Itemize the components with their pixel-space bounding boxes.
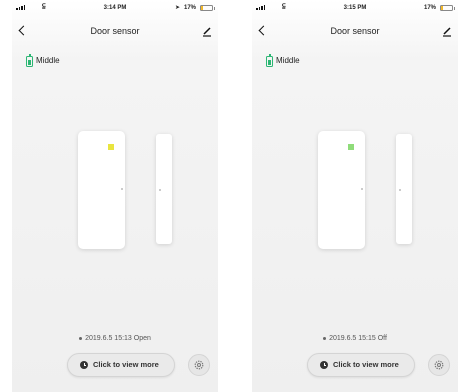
page-title: Door sensor [90,26,140,36]
status-battery-percent: 17% [423,5,436,11]
settings-button[interactable] [428,354,450,376]
pencil-icon[interactable] [201,25,213,37]
magnet-alignment-dot [159,189,161,191]
sensor-alignment-dot [121,188,123,190]
sensor-magnet [156,134,172,244]
view-more-button[interactable]: Click to view more [67,353,175,377]
magnet-alignment-dot [399,189,401,191]
sensor-body [318,131,365,249]
status-battery-icon [200,5,215,11]
clock-icon [80,361,88,369]
last-event: 2019.6.5 15:15 Off [252,335,458,342]
gear-icon [434,360,444,370]
view-more-button[interactable]: Click to view more [307,353,415,377]
pencil-icon[interactable] [441,25,453,37]
sensor-body [78,131,125,249]
nav-bar: Door sensor [252,20,458,42]
status-battery-icon [440,5,455,11]
sensor-alignment-dot [361,188,363,190]
status-bar: ⫉ 3:14 PM ➤ 17% [12,0,218,20]
phone-screen-open: ⫉ 3:14 PM ➤ 17% Door sensor Middle 2019.… [12,0,218,392]
sensor-led [108,144,114,150]
event-bullet-icon [323,336,327,340]
phone-screen-closed: ⫉ 3:15 PM 17% Door sensor Middle 2019.6.… [252,0,458,392]
last-event: 2019.6.5 15:13 Open [12,335,218,342]
battery-level-label: Middle [276,56,300,65]
gear-icon [194,360,204,370]
status-bar: ⫉ 3:15 PM 17% [252,0,458,20]
status-battery-percent: 17% [183,5,196,11]
battery-level-label: Middle [36,56,60,65]
last-event-text: 2019.6.5 15:13 Open [85,335,151,342]
location-arrow-icon: ➤ [174,5,180,11]
page-title: Door sensor [330,26,380,36]
sensor-magnet [396,134,412,244]
battery-icon [26,54,33,67]
view-more-label: Click to view more [93,360,159,369]
event-bullet-icon [79,336,83,340]
clock-icon [320,361,328,369]
sensor-led [348,144,354,150]
battery-icon [266,54,273,67]
nav-bar: Door sensor [12,20,218,42]
last-event-text: 2019.6.5 15:15 Off [329,335,387,342]
view-more-label: Click to view more [333,360,399,369]
settings-button[interactable] [188,354,210,376]
